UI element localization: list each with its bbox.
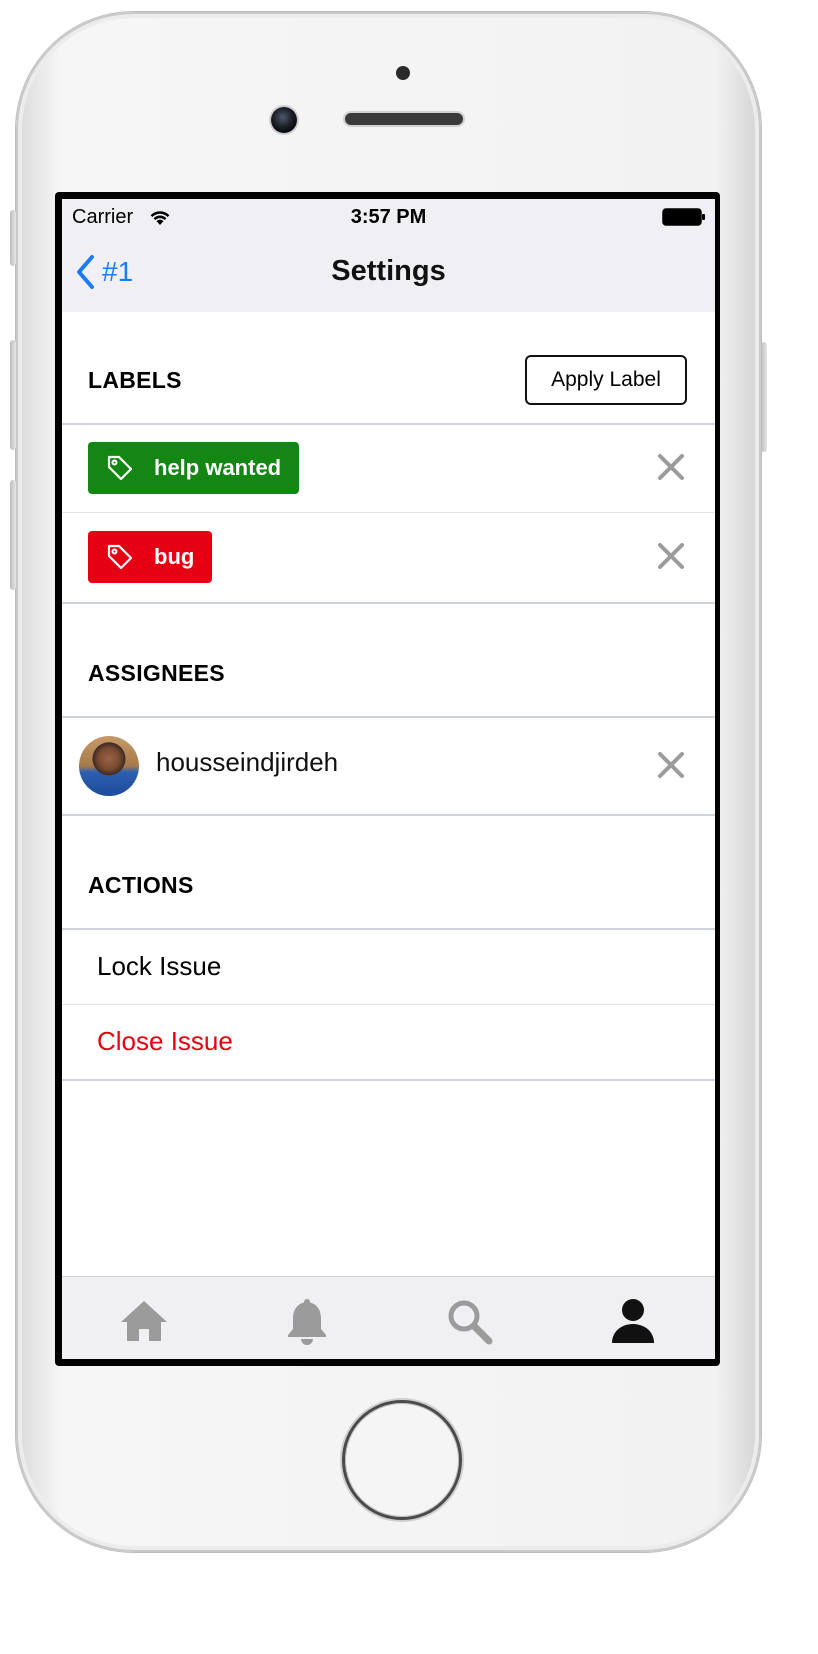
home-button[interactable] xyxy=(345,1403,459,1517)
divider xyxy=(62,602,715,604)
remove-label-help-wanted-icon[interactable] xyxy=(656,452,686,482)
actions-section-header: ACTIONS xyxy=(88,872,194,898)
navigation-bar: Carrier 3:57 PM #1 Settings xyxy=(62,199,715,312)
bell-icon[interactable] xyxy=(281,1295,333,1347)
assignee-username: housseindjirdeh xyxy=(156,747,339,777)
front-camera xyxy=(271,107,297,133)
labels-section-header: LABELS xyxy=(88,367,182,393)
battery-icon xyxy=(662,208,705,226)
volume-down-button xyxy=(10,480,16,590)
volume-up-button xyxy=(10,340,16,450)
page-title: Settings xyxy=(331,255,446,287)
app-screen: Carrier 3:57 PM #1 Settings LABELS Apply… xyxy=(62,199,715,1359)
person-icon[interactable] xyxy=(607,1295,659,1347)
divider xyxy=(62,512,715,513)
power-button xyxy=(761,342,767,452)
avatar xyxy=(79,736,139,796)
close-issue-action[interactable]: Close Issue xyxy=(97,1026,233,1057)
tag-icon xyxy=(107,544,133,570)
status-time: 3:57 PM xyxy=(350,206,427,228)
divider xyxy=(62,814,715,816)
remove-assignee-icon[interactable] xyxy=(656,750,686,780)
apply-label-button[interactable]: Apply Label xyxy=(525,355,687,405)
lock-issue-action[interactable]: Lock Issue xyxy=(97,951,221,982)
home-icon[interactable] xyxy=(118,1295,170,1347)
search-icon[interactable] xyxy=(443,1295,495,1347)
proximity-sensor xyxy=(396,66,410,80)
tag-icon xyxy=(107,455,133,481)
divider xyxy=(62,1004,715,1005)
divider xyxy=(62,716,715,718)
remove-label-bug-icon[interactable] xyxy=(656,541,686,571)
tab-bar xyxy=(62,1276,715,1359)
mute-switch xyxy=(10,210,16,266)
label-chip-help-wanted[interactable]: help wanted xyxy=(88,442,300,494)
divider xyxy=(62,423,715,425)
label-chip-bug[interactable]: bug xyxy=(88,531,213,583)
label-name: bug xyxy=(154,544,195,569)
divider xyxy=(62,1079,715,1081)
earpiece-speaker xyxy=(345,113,463,125)
assignees-section-header: ASSIGNEES xyxy=(88,660,225,686)
label-name: help wanted xyxy=(154,455,282,480)
divider xyxy=(62,928,715,930)
